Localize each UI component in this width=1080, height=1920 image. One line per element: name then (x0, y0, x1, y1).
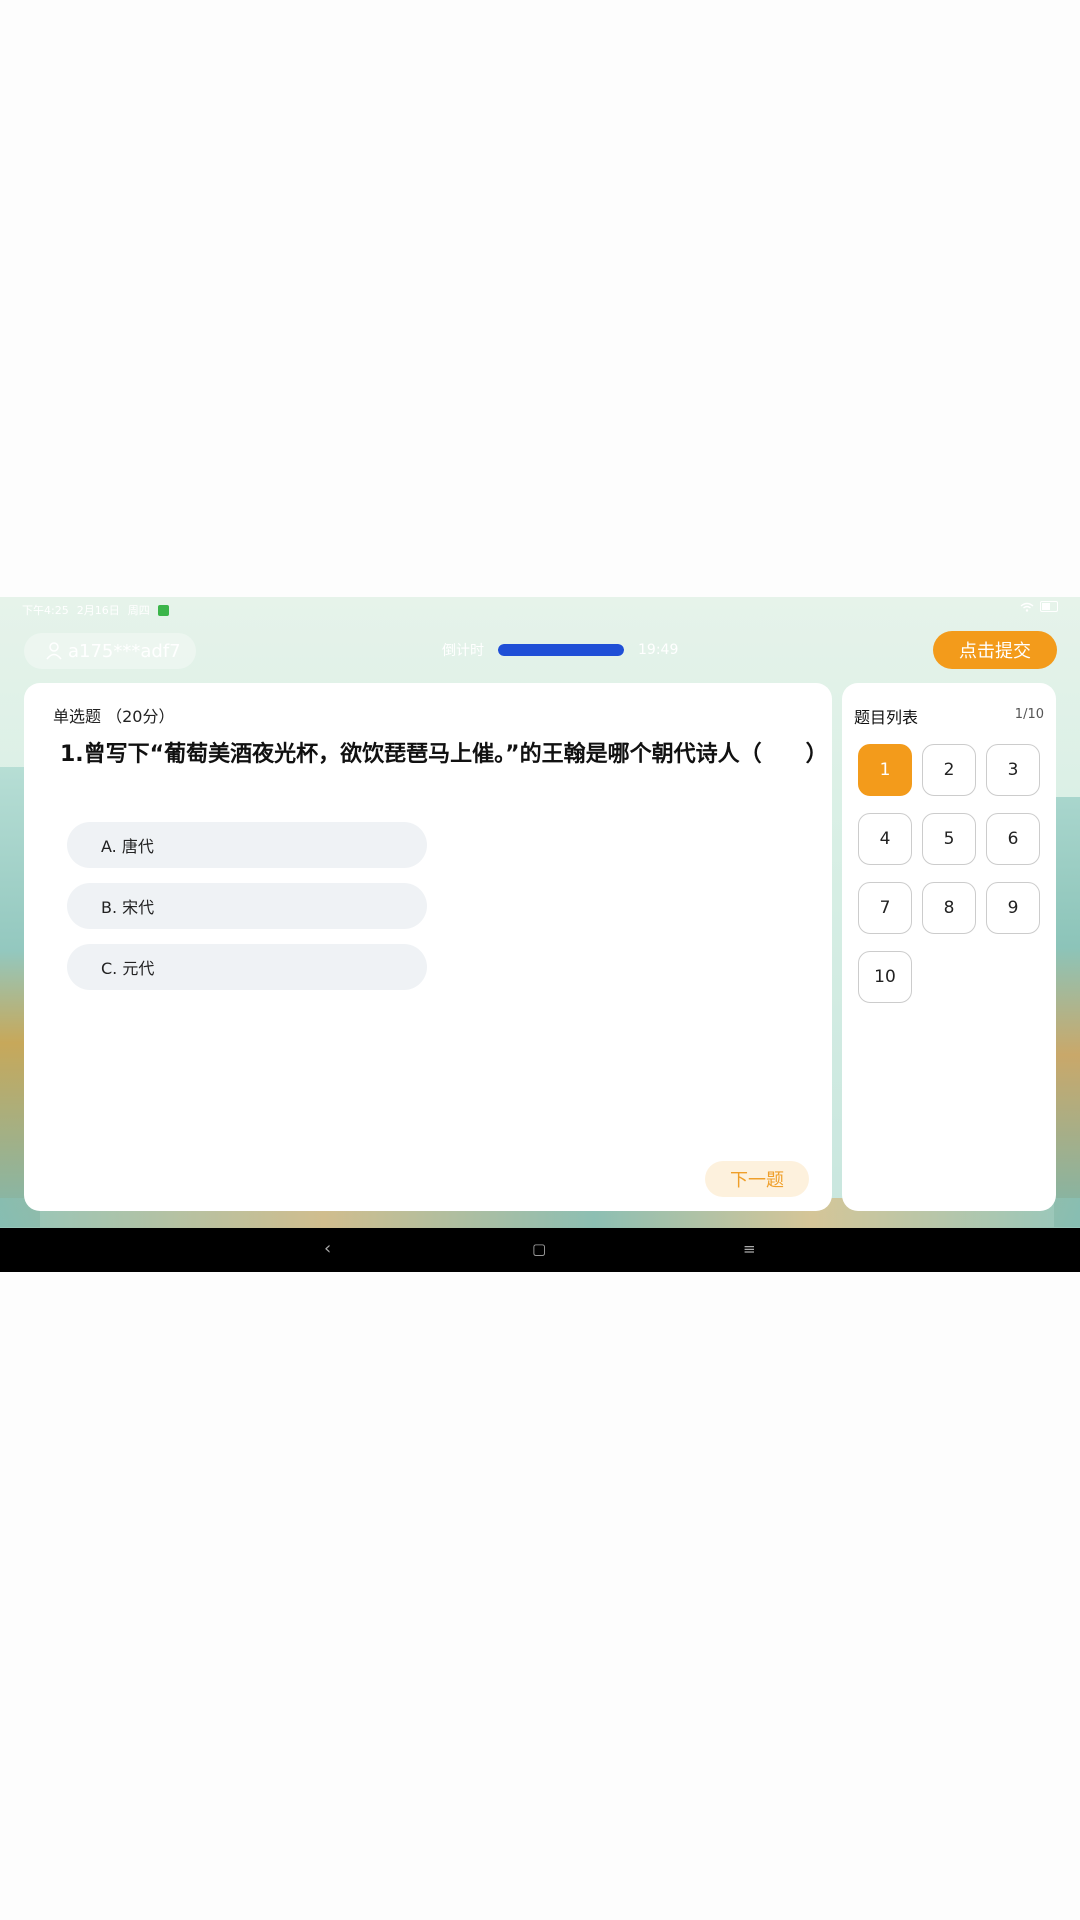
status-time: 下午4:25 (22, 604, 69, 617)
question-card: 单选题 （20分） 1.曾写下“葡萄美酒夜光杯，欲饮琵琶马上催。”的王翰是哪个朝… (24, 683, 832, 1211)
user-id: a175***adf7 (68, 640, 181, 662)
countdown-progress-bar (498, 644, 624, 656)
question-number-10[interactable]: 10 (858, 951, 912, 1003)
system-navigation-bar: ‹ ▢ ≡ (0, 1228, 1080, 1272)
question-number-7[interactable]: 7 (858, 882, 912, 934)
submit-button[interactable]: 点击提交 (933, 631, 1057, 669)
option-a[interactable]: A. 唐代 (67, 822, 427, 868)
question-number-2[interactable]: 2 (922, 744, 976, 796)
question-list-title: 题目列表 (854, 708, 919, 727)
timer-value: 19:49 (638, 642, 679, 658)
wifi-icon (1020, 602, 1034, 612)
question-score: （20分） (106, 707, 175, 726)
question-number-3[interactable]: 3 (986, 744, 1040, 796)
option-c[interactable]: C. 元代 (67, 944, 427, 990)
answer-options: A. 唐代 B. 宋代 C. 元代 (67, 822, 427, 1005)
timer-label: 倒计时 (442, 643, 484, 659)
question-number-9[interactable]: 9 (986, 882, 1040, 934)
next-question-button[interactable]: 下一题 (705, 1161, 809, 1197)
battery-icon (1040, 601, 1058, 612)
recents-icon[interactable]: ≡ (743, 1240, 756, 1258)
question-list-count: 1/10 (1014, 707, 1044, 722)
option-b[interactable]: B. 宋代 (67, 883, 427, 929)
back-icon[interactable]: ‹ (324, 1238, 331, 1259)
app-screen: 下午4:25 2月16日 周四 a175***adf7 倒计时 19:49 点击… (0, 597, 1080, 1228)
question-number-grid: 1 2 3 4 5 6 7 8 9 10 (858, 744, 1040, 1003)
user-icon (46, 642, 62, 660)
home-icon[interactable]: ▢ (532, 1240, 546, 1258)
progress-fill (498, 644, 624, 656)
question-number-5[interactable]: 5 (922, 813, 976, 865)
question-list-panel: 题目列表 1/10 1 2 3 4 5 6 7 8 9 10 (842, 683, 1056, 1211)
question-type: 单选题 （20分） (53, 703, 174, 727)
status-bar: 下午4:25 2月16日 周四 (0, 597, 1080, 621)
question-number-8[interactable]: 8 (922, 882, 976, 934)
status-date: 2月16日 (76, 604, 120, 617)
question-type-label: 单选题 (53, 707, 102, 726)
background-scenery-right (1054, 797, 1080, 1227)
question-number-6[interactable]: 6 (986, 813, 1040, 865)
user-account[interactable]: a175***adf7 (24, 633, 196, 669)
countdown-timer: 倒计时 19:49 (442, 640, 678, 660)
question-text: 1.曾写下“葡萄美酒夜光杯，欲饮琵琶马上催。”的王翰是哪个朝代诗人（ ） (60, 742, 828, 767)
notification-icon (157, 604, 169, 616)
question-number-4[interactable]: 4 (858, 813, 912, 865)
question-number-1[interactable]: 1 (858, 744, 912, 796)
status-weekday: 周四 (127, 604, 150, 617)
